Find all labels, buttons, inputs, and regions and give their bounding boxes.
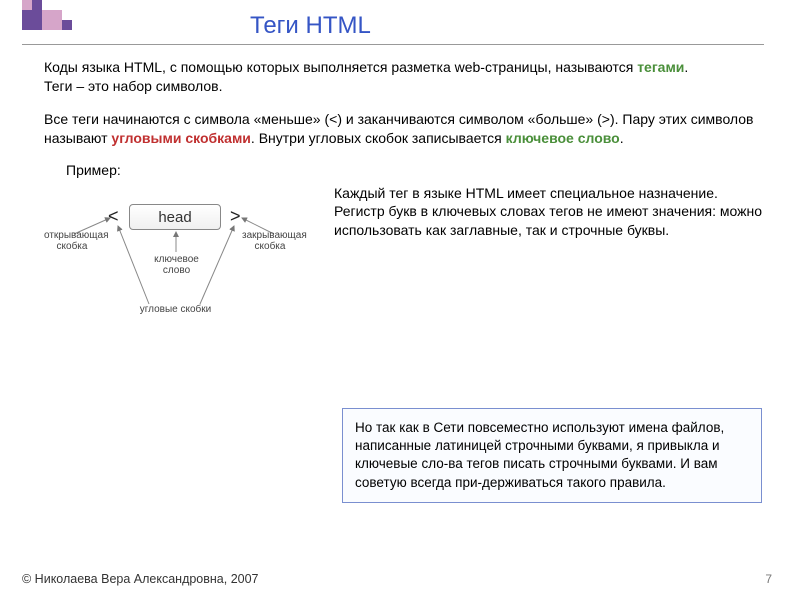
tag-keyword-box: head (129, 204, 221, 230)
paragraph-definition: Коды языка HTML, с помощью которых выпол… (44, 58, 764, 96)
paragraph-brackets: Все теги начинаются с символа «меньше» (… (44, 110, 764, 148)
title-underline (22, 44, 764, 45)
term-keyword: ключевое слово (506, 130, 620, 146)
text: Теги – это набор символов. (44, 78, 222, 94)
text: . Внутри угловых скобок записывается (251, 130, 506, 146)
term-tags: тегами (637, 59, 684, 75)
example-row: < head > открывающая скобка ключевое сло… (44, 184, 764, 344)
example-label: Пример: (66, 162, 764, 178)
decorative-squares (22, 0, 122, 40)
term-angle-brackets: угловыми скобками (111, 130, 251, 146)
text: Коды языка HTML, с помощью которых выпол… (44, 59, 637, 75)
tag-diagram: < head > открывающая скобка ключевое сло… (44, 184, 314, 344)
less-than-icon: < (108, 206, 119, 227)
label-opening-bracket: открывающая скобка (44, 230, 100, 252)
text: . (684, 59, 688, 75)
paragraph-explanation: Каждый тег в языке HTML имеет специально… (334, 184, 764, 241)
label-keyword: ключевое слово (144, 254, 209, 276)
label-closing-bracket: закрывающая скобка (242, 230, 298, 252)
page-title: Теги HTML (250, 12, 800, 40)
footer-copyright: © Николаева Вера Александровна, 2007 (22, 572, 259, 586)
note-box: Но так как в Сети повсеместно используют… (342, 408, 762, 503)
greater-than-icon: > (230, 206, 241, 227)
label-angle-brackets: угловые скобки (138, 304, 213, 315)
page-number: 7 (765, 572, 772, 586)
text: . (620, 130, 624, 146)
slide-content: Коды языка HTML, с помощью которых выпол… (44, 58, 764, 344)
